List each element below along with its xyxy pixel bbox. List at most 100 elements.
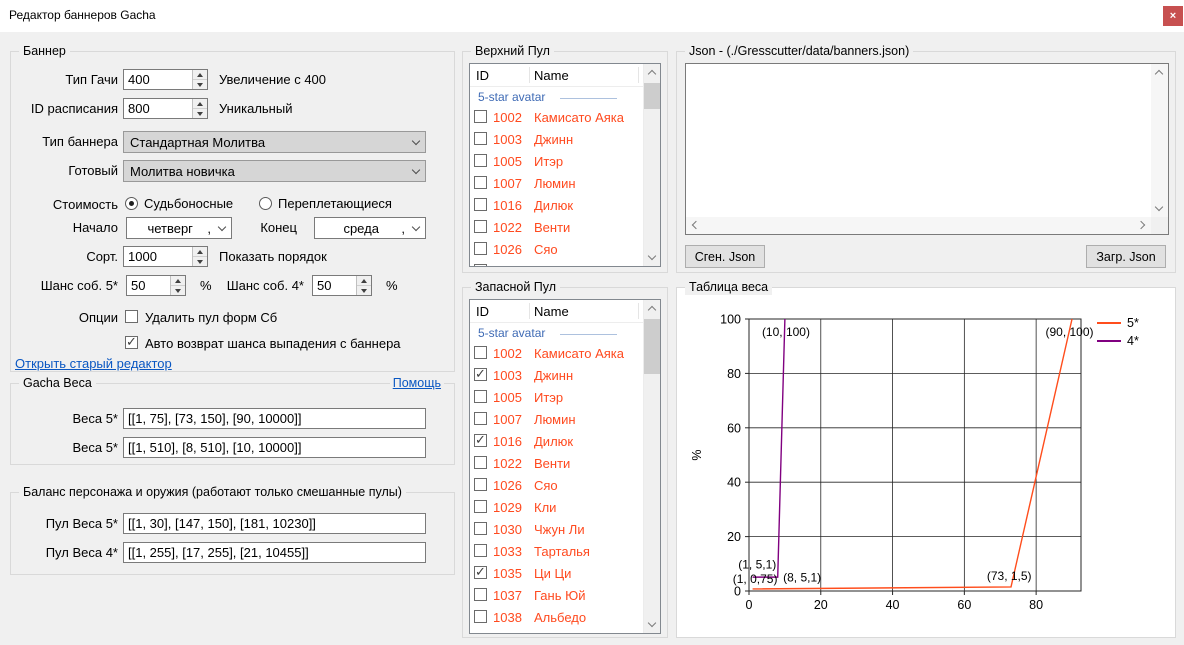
column-header-name[interactable]: Name [534, 304, 569, 319]
preset-select[interactable]: Молитва новичка [123, 160, 426, 182]
column-header-id[interactable]: ID [476, 68, 489, 83]
chance4-value[interactable]: 50 [313, 276, 356, 295]
spin-down-button[interactable] [357, 286, 371, 295]
row-checkbox[interactable] [474, 412, 487, 425]
chance4-input[interactable]: 50 [312, 275, 372, 296]
load-json-button[interactable]: Загр. Json [1086, 245, 1166, 268]
scroll-up-button[interactable] [1151, 64, 1167, 81]
cost-option-intertwined[interactable]: Переплетающиеся [259, 196, 392, 211]
list-item[interactable]: 1030Чжун Ли [470, 519, 643, 541]
scroll-down-button[interactable] [1151, 200, 1167, 217]
sort-input[interactable]: 1000 [123, 246, 208, 267]
list-item[interactable]: 1016Дилюк [470, 195, 643, 217]
remove-pool-checkbox[interactable] [125, 310, 138, 323]
reserve-pool-list[interactable]: ID Name 5-star avatar 1002Камисато Аяка1… [469, 299, 661, 634]
row-checkbox[interactable] [474, 456, 487, 469]
spin-up-button[interactable] [357, 276, 371, 286]
list-item[interactable]: 1003Джинн [470, 129, 643, 151]
radio-icon[interactable] [259, 197, 272, 210]
row-checkbox[interactable] [474, 346, 487, 359]
vertical-scrollbar[interactable] [643, 300, 660, 633]
close-button[interactable]: × [1163, 6, 1183, 26]
row-checkbox[interactable] [474, 132, 487, 145]
row-checkbox[interactable] [474, 176, 487, 189]
row-checkbox[interactable] [474, 242, 487, 255]
list-item[interactable]: 1022Венти [470, 453, 643, 475]
list-item[interactable]: 1029Кли [470, 497, 643, 519]
list-item[interactable]: 1007Люмин [470, 409, 643, 431]
spin-up-button[interactable] [193, 247, 207, 257]
chance5-value[interactable]: 50 [127, 276, 170, 295]
row-checkbox[interactable] [474, 500, 487, 513]
list-item[interactable]: 1007Люмин [470, 173, 643, 195]
radio-icon[interactable] [125, 197, 138, 210]
vertical-scrollbar[interactable] [643, 64, 660, 266]
list-item[interactable]: 1016Дилюк [470, 431, 643, 453]
row-checkbox[interactable] [474, 368, 487, 381]
vertical-scrollbar[interactable] [1151, 64, 1168, 217]
list-item[interactable]: 1002Камисато Аяка [470, 343, 643, 365]
banner-type-select[interactable]: Стандартная Молитва [123, 131, 426, 153]
pool-weights5-input[interactable]: [[1, 30], [147, 150], [181, 10230]] [123, 513, 426, 534]
list-item[interactable]: 1035Ци Ци [470, 563, 643, 585]
cost-option-fate[interactable]: Судьбоносные [125, 196, 233, 211]
chance5-input[interactable]: 50 [126, 275, 186, 296]
list-item[interactable]: 1033Тарталья [470, 541, 643, 563]
gacha-type-value[interactable]: 400 [124, 70, 192, 89]
upper-pool-list[interactable]: ID Name 5-star avatar 1002Камисато Аяка1… [469, 63, 661, 267]
scroll-left-button[interactable] [686, 217, 703, 233]
row-checkbox[interactable] [474, 390, 487, 403]
open-old-editor-link[interactable]: Открыть старый редактор [15, 356, 172, 371]
weights5-input-1[interactable]: [[1, 75], [73, 150], [90, 10000]] [123, 408, 426, 429]
scrollbar-thumb[interactable] [644, 83, 660, 109]
row-checkbox[interactable] [474, 434, 487, 447]
scroll-up-button[interactable] [644, 300, 660, 317]
scroll-right-button[interactable] [1134, 217, 1151, 233]
row-checkbox[interactable] [474, 566, 487, 579]
spin-up-button[interactable] [171, 276, 185, 286]
list-item[interactable]: 1022Венти [470, 217, 643, 239]
row-checkbox[interactable] [474, 544, 487, 557]
scroll-up-button[interactable] [644, 64, 660, 81]
list-item[interactable]: 1005Итэр [470, 151, 643, 173]
row-checkbox[interactable] [474, 264, 487, 267]
row-checkbox[interactable] [474, 198, 487, 211]
list-item[interactable]: 1038Альбедо [470, 607, 643, 629]
list-item[interactable]: 1026Сяо [470, 475, 643, 497]
row-checkbox[interactable] [474, 588, 487, 601]
pool-weights4-input[interactable]: [[1, 255], [17, 255], [21, 10455]] [123, 542, 426, 563]
end-day-select[interactable]: среда , [314, 217, 426, 239]
weights5-input-2[interactable]: [[1, 510], [8, 510], [10, 10000]] [123, 437, 426, 458]
spin-down-button[interactable] [193, 257, 207, 266]
sort-value[interactable]: 1000 [124, 247, 192, 266]
list-item[interactable]: 1002Камисато Аяка [470, 107, 643, 129]
row-checkbox[interactable] [474, 154, 487, 167]
list-item[interactable]: 1005Итэр [470, 387, 643, 409]
scroll-down-button[interactable] [644, 249, 660, 266]
list-item[interactable]: 1029Кли [470, 261, 643, 267]
column-header-id[interactable]: ID [476, 304, 489, 319]
row-checkbox[interactable] [474, 110, 487, 123]
row-checkbox[interactable] [474, 220, 487, 233]
horizontal-scrollbar[interactable] [686, 217, 1151, 234]
spin-up-button[interactable] [193, 99, 207, 109]
scroll-down-button[interactable] [644, 616, 660, 633]
auto-return-checkbox[interactable] [125, 336, 138, 349]
generate-json-button[interactable]: Сген. Json [685, 245, 765, 268]
help-link[interactable]: Помощь [390, 376, 444, 390]
spin-down-button[interactable] [171, 286, 185, 295]
scrollbar-thumb[interactable] [644, 319, 660, 374]
row-checkbox[interactable] [474, 610, 487, 623]
start-day-select[interactable]: четверг , [126, 217, 232, 239]
spin-up-button[interactable] [193, 70, 207, 80]
json-textarea[interactable] [685, 63, 1169, 235]
list-item[interactable]: 1037Гань Юй [470, 585, 643, 607]
list-item[interactable]: 1003Джинн [470, 365, 643, 387]
title-bar[interactable]: Редактор баннеров Gacha × [0, 0, 1184, 32]
spin-down-button[interactable] [193, 109, 207, 118]
spin-down-button[interactable] [193, 80, 207, 89]
row-checkbox[interactable] [474, 478, 487, 491]
list-item[interactable]: 1026Сяо [470, 239, 643, 261]
column-header-name[interactable]: Name [534, 68, 569, 83]
gacha-type-input[interactable]: 400 [123, 69, 208, 90]
